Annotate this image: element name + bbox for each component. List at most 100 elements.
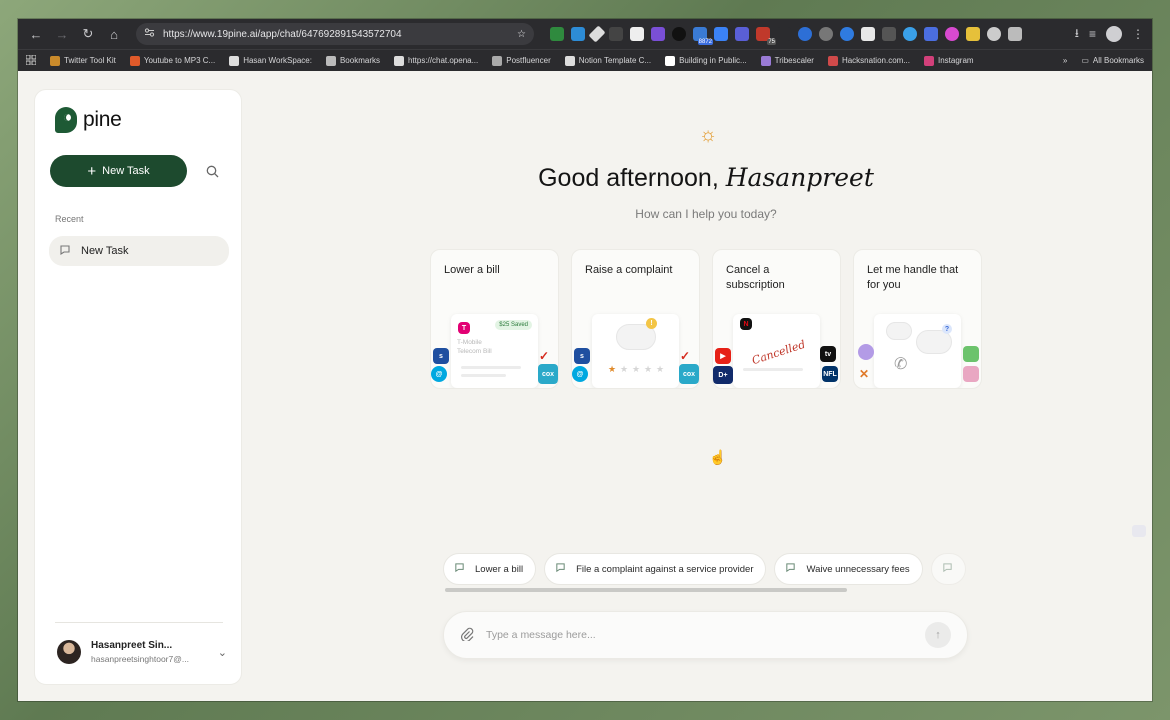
pine-logo[interactable]: pine — [55, 107, 122, 133]
bookmark-label: Youtube to MP3 C... — [143, 56, 216, 65]
extension-icon[interactable] — [840, 27, 854, 41]
extension-icon[interactable] — [672, 27, 686, 41]
extension-icon[interactable] — [987, 27, 1001, 41]
greeting-subtitle: How can I help you today? — [635, 207, 777, 221]
site-settings-icon[interactable] — [144, 27, 155, 41]
bookmark-star-icon[interactable]: ☆ — [517, 29, 526, 40]
tab-search-icon[interactable]: ≡ — [1089, 27, 1096, 41]
cox-logo-icon: cox — [538, 364, 558, 384]
chat-bubble-icon — [555, 562, 566, 576]
sidebar-divider — [55, 622, 223, 623]
bookmark-label: Tribescaler — [774, 56, 814, 65]
bookmark-item[interactable]: Building in Public... — [665, 55, 747, 66]
bookmark-item[interactable]: Instagram — [923, 55, 974, 66]
pine-logo-icon — [55, 107, 77, 133]
extension-icon[interactable] — [735, 27, 749, 41]
suggestion-row: Lower a bill File a complaint against a s… — [443, 553, 967, 585]
bookmark-label: Hacksnation.com... — [841, 56, 910, 65]
appletv-logo-icon: tv — [820, 346, 836, 362]
message-input[interactable] — [486, 629, 913, 641]
saved-badge: $25 Saved — [495, 320, 532, 330]
extension-icon[interactable] — [945, 27, 959, 41]
card-illustration: N Cancelled ▶ D+ tv NFL — [713, 304, 840, 388]
extension-icon[interactable] — [924, 27, 938, 41]
bookmark-item[interactable]: Hacksnation.com... — [827, 55, 910, 66]
card-raise-complaint[interactable]: Raise a complaint ! ★ ★ ★ ★ ★ s @ ✓ cox — [571, 249, 700, 389]
card-lower-bill[interactable]: Lower a bill T $25 Saved T-Mobile Teleco… — [430, 249, 559, 389]
home-icon[interactable]: ⌂ — [104, 24, 124, 44]
extension-icon[interactable] — [798, 27, 812, 41]
back-icon[interactable]: ← — [26, 24, 46, 44]
url-text[interactable]: https://www.19pine.ai/app/chat/647692891… — [163, 29, 509, 40]
extension-icon[interactable] — [550, 27, 564, 41]
star-icon: ★ — [608, 364, 617, 374]
att-logo-icon: @ — [431, 366, 447, 382]
profile-avatar-icon[interactable] — [1106, 26, 1122, 42]
extensions-row: 8872 75 — [550, 25, 1022, 45]
suggestion-chip[interactable]: File a complaint against a service provi… — [544, 553, 767, 585]
bookmark-item[interactable]: https://chat.opena... — [393, 55, 478, 66]
extension-icon[interactable] — [571, 27, 585, 41]
mouse-cursor-icon: ☝ — [709, 449, 727, 465]
verizon-logo-icon: ✓ — [679, 349, 691, 363]
extension-icon[interactable] — [882, 27, 896, 41]
att-logo-icon: @ — [572, 366, 588, 382]
bookmark-item[interactable]: Postfluencer — [492, 55, 551, 66]
bookmark-item[interactable]: Notion Template C... — [564, 55, 651, 66]
menu-icon[interactable]: ⋮ — [1132, 27, 1144, 41]
chevron-down-icon[interactable]: ⌄ — [218, 646, 227, 659]
extension-icon[interactable] — [651, 27, 665, 41]
floating-widget-icon[interactable] — [1132, 525, 1146, 537]
pen-extension-icon[interactable] — [588, 25, 606, 43]
extension-badge: 75 — [767, 39, 776, 45]
shield-icon — [858, 344, 874, 360]
suggestions-scrollbar[interactable] — [445, 588, 847, 592]
extension-icon[interactable] — [903, 27, 917, 41]
message-composer: ↑ — [443, 611, 968, 659]
attachment-icon[interactable] — [460, 627, 474, 644]
extension-icon[interactable] — [609, 27, 623, 41]
bill-text: T-Mobile Telecom Bill — [457, 339, 492, 355]
bookmark-item[interactable]: Bookmarks — [325, 55, 380, 66]
forward-icon[interactable]: → — [52, 24, 72, 44]
bookmark-label: Twitter Tool Kit — [64, 56, 116, 65]
card-handle-for-you[interactable]: Let me handle that for you ? ✆ ✕ — [853, 249, 982, 389]
extension-icon[interactable] — [630, 27, 644, 41]
extension-icon[interactable] — [777, 27, 791, 41]
apps-grid-icon[interactable] — [25, 54, 37, 67]
logo-text: pine — [83, 108, 122, 131]
extension-icon[interactable]: 75 — [756, 27, 776, 45]
bookmark-favicon-icon — [564, 55, 575, 66]
reload-icon[interactable]: ↻ — [78, 24, 98, 44]
bookmark-favicon-icon — [50, 55, 60, 66]
bookmark-favicon-icon — [492, 55, 503, 66]
all-bookmarks-folder[interactable]: ▭ All Bookmarks — [1081, 56, 1144, 65]
suggestion-chip-overflow[interactable] — [930, 553, 966, 585]
extension-icon[interactable] — [819, 27, 833, 41]
send-arrow-icon[interactable]: ↑ — [925, 622, 951, 648]
extension-icon[interactable] — [966, 27, 980, 41]
address-bar[interactable]: https://www.19pine.ai/app/chat/647692891… — [136, 23, 534, 45]
bookmark-label: Hasan WorkSpace: — [243, 56, 312, 65]
extension-icon[interactable] — [714, 27, 728, 41]
extension-icon[interactable]: 8872 — [693, 27, 713, 45]
bookmark-item[interactable]: Twitter Tool Kit — [50, 55, 116, 66]
chat-bubble-icon — [785, 562, 796, 576]
user-profile[interactable]: Hasanpreet Sin... hasanpreetsinghtoor7@.… — [57, 640, 227, 664]
card-cancel-subscription[interactable]: Cancel a subscription N Cancelled ▶ D+ t… — [712, 249, 841, 389]
bookmark-item[interactable]: Youtube to MP3 C... — [129, 55, 216, 66]
suggestion-chip[interactable]: Lower a bill — [443, 553, 537, 585]
puzzle-extensions-icon[interactable] — [1008, 27, 1022, 41]
more-bookmarks-icon[interactable]: » — [1063, 56, 1067, 65]
user-email: hasanpreetsinghtoor7@... — [91, 654, 189, 664]
bookmark-item[interactable]: Hasan WorkSpace: — [229, 55, 312, 66]
download-icon[interactable]: ⭳ — [1075, 24, 1079, 45]
sun-icon: ☼ — [698, 123, 718, 146]
search-icon[interactable] — [197, 156, 227, 186]
bookmark-list: Twitter Tool Kit Youtube to MP3 C... Hasan… — [50, 55, 974, 66]
suggestion-chip[interactable]: Waive unnecessary fees — [774, 553, 923, 585]
bookmark-item[interactable]: Tribescaler — [760, 55, 814, 66]
recent-item-new-task[interactable]: New Task — [49, 236, 229, 266]
new-task-button[interactable]: + New Task — [50, 155, 187, 187]
extension-icon[interactable] — [861, 27, 875, 41]
